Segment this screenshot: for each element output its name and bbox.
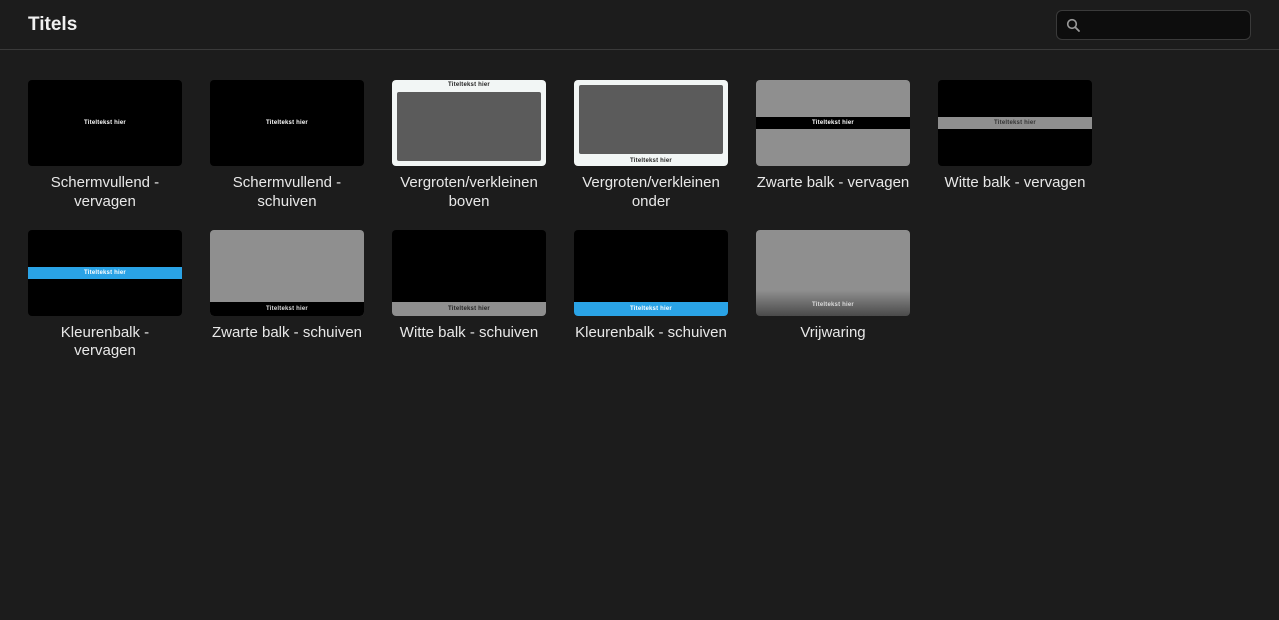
thumb-placeholder-text: Titeltekst hier: [28, 120, 182, 126]
title-thumbnail[interactable]: Titeltekst hier: [210, 230, 364, 316]
title-thumbnail[interactable]: Titeltekst hier: [756, 230, 910, 316]
thumb-placeholder-text: Titeltekst hier: [574, 158, 728, 164]
thumb-bar: [210, 302, 364, 316]
thumb-bar: [392, 302, 546, 316]
title-thumbnail[interactable]: Titeltekst hier: [28, 80, 182, 166]
search-icon: [1065, 17, 1081, 33]
title-item-whitebar-fade[interactable]: Titeltekst hier Witte balk - vervagen: [938, 80, 1092, 212]
title-item-fullscreen-slide[interactable]: Titeltekst hier Schermvullend - schuiven: [210, 80, 364, 212]
title-thumbnail[interactable]: Titeltekst hier: [392, 80, 546, 166]
thumb-placeholder-text: Titeltekst hier: [392, 82, 546, 88]
title-thumbnail[interactable]: Titeltekst hier: [28, 230, 182, 316]
title-thumbnail[interactable]: Titeltekst hier: [756, 80, 910, 166]
thumb-placeholder-text: Titeltekst hier: [210, 120, 364, 126]
thumb-inner: [579, 85, 723, 154]
title-item-label: Zwarte balk - vervagen: [756, 174, 910, 193]
title-item-whitebar-slide[interactable]: Titeltekst hier Witte balk - schuiven: [392, 230, 546, 362]
title-item-scale-bottom[interactable]: Titeltekst hier Vergroten/verkleinen onde…: [574, 80, 728, 212]
title-thumbnail[interactable]: Titeltekst hier: [574, 230, 728, 316]
title-item-label: Schermvullend - vervagen: [28, 174, 182, 212]
thumb-bar: [574, 302, 728, 316]
thumb-inner: [397, 92, 541, 161]
title-item-label: Witte balk - schuiven: [392, 324, 546, 343]
title-thumbnail[interactable]: Titeltekst hier: [392, 230, 546, 316]
thumb-bar: [938, 117, 1092, 129]
title-item-label: Vergroten/verkleinen onder: [574, 174, 728, 212]
title-item-label: Vergroten/verkleinen boven: [392, 174, 546, 212]
title-item-disclaimer[interactable]: Titeltekst hier Vrijwaring: [756, 230, 910, 362]
page-title: Titels: [28, 14, 77, 36]
titles-header: Titels: [0, 0, 1279, 50]
title-item-blackbar-slide[interactable]: Titeltekst hier Zwarte balk - schuiven: [210, 230, 364, 362]
title-item-label: Zwarte balk - schuiven: [210, 324, 364, 343]
title-item-label: Kleurenbalk - schuiven: [574, 324, 728, 343]
title-thumbnail[interactable]: Titeltekst hier: [210, 80, 364, 166]
search-box[interactable]: [1056, 10, 1251, 40]
title-thumbnail[interactable]: Titeltekst hier: [574, 80, 728, 166]
thumb-bar: [756, 117, 910, 129]
title-thumbnail[interactable]: Titeltekst hier: [938, 80, 1092, 166]
title-item-label: Schermvullend - schuiven: [210, 174, 364, 212]
title-item-label: Vrijwaring: [756, 324, 910, 343]
search-input[interactable]: [1087, 17, 1263, 32]
title-item-fullscreen-fade[interactable]: Titeltekst hier Schermvullend - vervagen: [28, 80, 182, 212]
title-item-blackbar-fade[interactable]: Titeltekst hier Zwarte balk - vervagen: [756, 80, 910, 212]
title-item-label: Kleurenbalk - vervagen: [28, 324, 182, 362]
thumb-placeholder-text: Titeltekst hier: [756, 302, 910, 308]
title-item-colorbar-fade[interactable]: Titeltekst hier Kleurenbalk - vervagen: [28, 230, 182, 362]
title-item-label: Witte balk - vervagen: [938, 174, 1092, 193]
thumb-bar: [28, 267, 182, 279]
titles-grid: Titeltekst hierSchermvullend - vervagenT…: [0, 50, 1279, 391]
title-item-colorbar-slide[interactable]: Titeltekst hier Kleurenbalk - schuiven: [574, 230, 728, 362]
title-item-scale-top[interactable]: Titeltekst hier Vergroten/verkleinen bove…: [392, 80, 546, 212]
